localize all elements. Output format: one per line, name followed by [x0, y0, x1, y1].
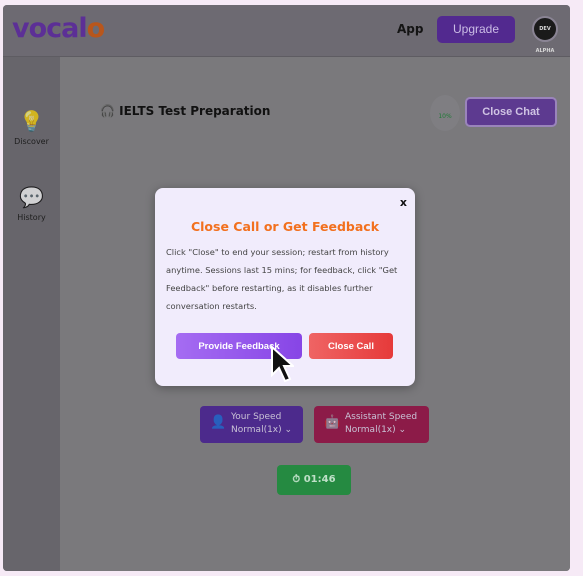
header: vocalo App Upgrade DEV ALPHA	[3, 5, 570, 57]
sidebar-item-discover[interactable]: 💡 Discover	[3, 109, 60, 146]
your-speed-label: Your Speed	[231, 412, 282, 422]
your-speed-select[interactable]: 👤 Your Speed Normal(1x) ⌄	[200, 406, 303, 443]
close-call-modal: x Close Call or Get Feedback Click "Clos…	[155, 188, 415, 386]
assistant-speed-value: Normal(1x)	[345, 425, 396, 435]
title-text: IELTS Test Preparation	[119, 104, 271, 118]
robot-icon: 🤖	[324, 415, 341, 430]
assistant-speed-select[interactable]: 🤖 Assistant Speed Normal(1x) ⌄	[314, 406, 429, 443]
app-link[interactable]: App	[397, 22, 423, 36]
logo-o: o	[86, 13, 106, 44]
timer: ⏱ 01:46	[277, 465, 351, 495]
lightbulb-icon: 💡	[19, 109, 44, 133]
chevron-down-icon: ⌄	[284, 425, 293, 435]
progress-indicator: 10%	[430, 95, 460, 131]
modal-title: Close Call or Get Feedback	[190, 219, 380, 234]
logo[interactable]: vocalo	[12, 13, 106, 44]
sidebar-item-label: History	[17, 213, 46, 222]
chevron-down-icon: ⌄	[398, 425, 407, 435]
sidebar-item-history[interactable]: 💬 History	[3, 185, 60, 222]
user-icon: 👤	[210, 415, 227, 430]
avatar[interactable]: DEV ALPHA	[532, 16, 558, 54]
stopwatch-icon: ⏱	[292, 474, 304, 485]
your-speed-value: Normal(1x)	[231, 425, 282, 435]
assistant-speed-label: Assistant Speed	[345, 412, 418, 422]
provide-feedback-button[interactable]: Provide Feedback	[176, 333, 302, 359]
close-modal-button[interactable]: x	[400, 196, 407, 209]
chat-bubbles-icon: 💬	[19, 185, 44, 209]
close-chat-button[interactable]: Close Chat	[465, 97, 557, 127]
timer-value: 01:46	[303, 474, 336, 485]
app-window: vocalo App Upgrade DEV ALPHA 💡 Discover …	[3, 5, 570, 571]
sidebar-item-label: Discover	[14, 137, 49, 146]
close-call-button[interactable]: Close Call	[309, 333, 393, 359]
headphones-icon: 🎧	[100, 104, 120, 118]
sidebar: 💡 Discover 💬 History	[3, 57, 60, 571]
page-title: 🎧 IELTS Test Preparation	[100, 104, 270, 118]
modal-body: Click "Close" to end your session; resta…	[166, 247, 398, 311]
logo-text: vocal	[12, 13, 88, 44]
upgrade-button[interactable]: Upgrade	[437, 16, 515, 43]
